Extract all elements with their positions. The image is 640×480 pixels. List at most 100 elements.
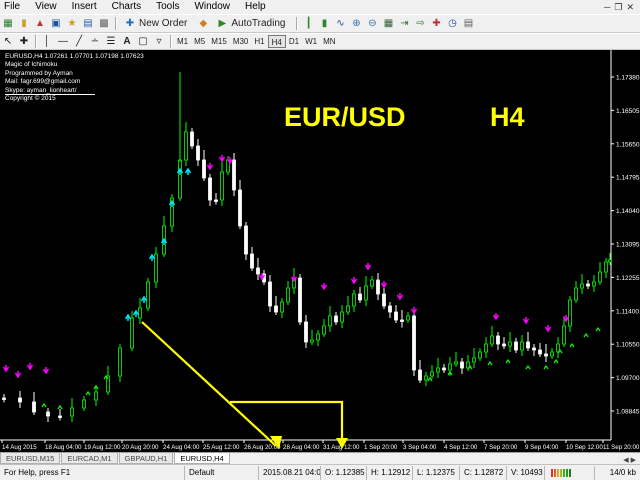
crosshair-button[interactable]: ✚ xyxy=(17,34,31,49)
chart-tab-eurusd-h4[interactable]: EURUSD,H4 xyxy=(174,453,230,464)
timeframe-d1[interactable]: D1 xyxy=(286,35,302,48)
candle-body xyxy=(190,131,194,147)
trendline-button[interactable]: ╱ xyxy=(72,34,86,49)
periods-button[interactable]: ◷ xyxy=(445,16,459,31)
tab-scroll-arrows[interactable]: ◀ ▶ xyxy=(623,456,640,464)
menu-insert[interactable]: Insert xyxy=(65,0,105,14)
candle-body xyxy=(562,325,566,345)
candle-body xyxy=(238,189,242,227)
candle-body xyxy=(430,371,434,377)
metaeditor-icon: ◆ xyxy=(199,17,208,29)
status-traffic: 14/0 kb xyxy=(609,467,636,477)
annotation-arrow-line xyxy=(141,321,277,447)
label-tool-button[interactable]: ▢ xyxy=(136,34,150,49)
menu-file[interactable]: File xyxy=(0,0,28,14)
price-label: 1.10550 xyxy=(616,342,640,349)
bar-chart-icon: ┃ xyxy=(305,17,312,29)
green-signal-arrow xyxy=(569,342,575,348)
minimize-icon[interactable]: ─ xyxy=(604,2,610,13)
strategy-tester-button[interactable]: ▩ xyxy=(97,16,111,31)
menu-tools[interactable]: Tools xyxy=(149,0,187,14)
zoom-in-button[interactable]: ⊕ xyxy=(349,16,363,31)
candle-body xyxy=(94,391,98,401)
price-label: 1.16505 xyxy=(616,108,640,115)
timeframe-h4[interactable]: H4 xyxy=(267,35,286,48)
candle-body xyxy=(394,311,398,321)
candle-body xyxy=(508,341,512,347)
time-label: 24 Aug 04:00 xyxy=(163,444,200,451)
price-chart[interactable]: 1.17380 1.16505 1.15650 1.14795 1.14040 1.130… xyxy=(0,50,640,452)
candle-body xyxy=(424,375,428,381)
menu-charts[interactable]: Charts xyxy=(105,0,149,14)
timeframe-mn[interactable]: MN xyxy=(320,35,338,48)
text-tool-button[interactable]: A xyxy=(120,34,134,49)
candle-body xyxy=(70,407,74,417)
chart-tabs: EURUSD,M15 EURCAD,M1 GBPAUD,H1 EURUSD,H4 ◀ … xyxy=(0,452,640,464)
candle-body xyxy=(460,361,464,369)
data-window-button[interactable]: ▣ xyxy=(49,16,63,31)
menu-help[interactable]: Help xyxy=(238,0,274,14)
timeframe-m30[interactable]: M30 xyxy=(230,35,252,48)
time-label: 20 Aug 20:00 xyxy=(122,444,159,451)
chart-shift-button[interactable]: ⇥ xyxy=(397,16,411,31)
autotrading-button[interactable]: ▶ AutoTrading xyxy=(212,16,292,31)
chart-tab-eurusd-m15[interactable]: EURUSD,M15 xyxy=(0,453,61,464)
candle-body xyxy=(532,347,536,351)
bar-chart-button[interactable]: ┃ xyxy=(301,16,315,31)
timeframe-w1[interactable]: W1 xyxy=(302,35,320,48)
timeframe-h1[interactable]: H1 xyxy=(251,35,267,48)
new-order-button[interactable]: ✚ New Order xyxy=(120,16,194,31)
close-icon[interactable]: ✕ xyxy=(626,2,634,13)
channel-button[interactable]: ∸ xyxy=(88,34,102,49)
candle-body xyxy=(376,279,380,295)
candle-body xyxy=(472,357,476,363)
timeframe-annotation: H4 xyxy=(490,102,525,132)
fibonacci-button[interactable]: ☰ xyxy=(104,34,118,49)
market-watch-button[interactable]: ▲ xyxy=(33,16,47,31)
candle-body xyxy=(568,299,572,327)
candle-body xyxy=(58,415,62,418)
profiles-button[interactable]: ▮ xyxy=(17,16,31,31)
buy-arrow xyxy=(184,167,192,175)
navigator-button[interactable]: ★ xyxy=(65,16,79,31)
line-chart-button[interactable]: ∿ xyxy=(333,16,347,31)
chart-tab-list: EURUSD,M15 EURCAD,M1 GBPAUD,H1 EURUSD,H4 xyxy=(0,453,231,464)
indicator-info-line: Programmed by Ayman xyxy=(5,69,73,77)
candle-body xyxy=(526,341,530,349)
menu-window[interactable]: Window xyxy=(187,0,238,14)
candle-body xyxy=(118,347,122,377)
zoom-out-button[interactable]: ⊖ xyxy=(365,16,379,31)
restore-icon[interactable]: ❐ xyxy=(614,2,622,13)
drawing-toolbar: ↖ ✚ │ — ╱ ∸ ☰ A ▢ ▿ M1 M5 M15 M30 H1 H4 D1 W1 MN xyxy=(0,33,640,50)
terminal-button[interactable]: ▤ xyxy=(81,16,95,31)
price-label: 1.17380 xyxy=(616,75,640,82)
candle-body xyxy=(400,319,404,322)
time-label: 18 Aug 04:00 xyxy=(45,444,82,451)
indicators-button[interactable]: ✚ xyxy=(429,16,443,31)
chart-tab-gbpaud-h1[interactable]: GBPAUD,H1 xyxy=(118,453,174,464)
menu-view[interactable]: View xyxy=(28,0,65,14)
status-help: For Help, press F1 xyxy=(0,465,185,480)
new-chart-button[interactable]: ▦ xyxy=(1,16,15,31)
timeframe-m5[interactable]: M5 xyxy=(191,35,208,48)
candle-body xyxy=(484,343,488,353)
timeframe-m1[interactable]: M1 xyxy=(174,35,191,48)
templates-button[interactable]: ▤ xyxy=(461,16,475,31)
arrows-tool-button[interactable]: ▿ xyxy=(152,34,166,49)
chart-tab-eurcad-m1[interactable]: EURCAD,M1 xyxy=(61,453,118,464)
text-icon: A xyxy=(123,35,131,47)
timeframe-m15[interactable]: M15 xyxy=(208,35,230,48)
autotrading-icon: ▶ xyxy=(218,17,227,29)
cursor-button[interactable]: ↖ xyxy=(1,34,15,49)
metaeditor-button[interactable]: ◆ xyxy=(196,16,210,31)
candle-body xyxy=(146,281,150,309)
green-signal-arrow xyxy=(487,360,493,366)
vertical-line-button[interactable]: │ xyxy=(40,34,54,49)
autoscroll-button[interactable]: ⇨ xyxy=(413,16,427,31)
candlestick-button[interactable]: ▮ xyxy=(317,16,331,31)
candle-body xyxy=(580,283,584,289)
horizontal-line-button[interactable]: — xyxy=(56,34,70,49)
window-controls: ─ ❐ ✕ xyxy=(604,2,640,13)
buy-arrow xyxy=(124,313,132,321)
tile-windows-button[interactable]: ▦ xyxy=(381,16,395,31)
